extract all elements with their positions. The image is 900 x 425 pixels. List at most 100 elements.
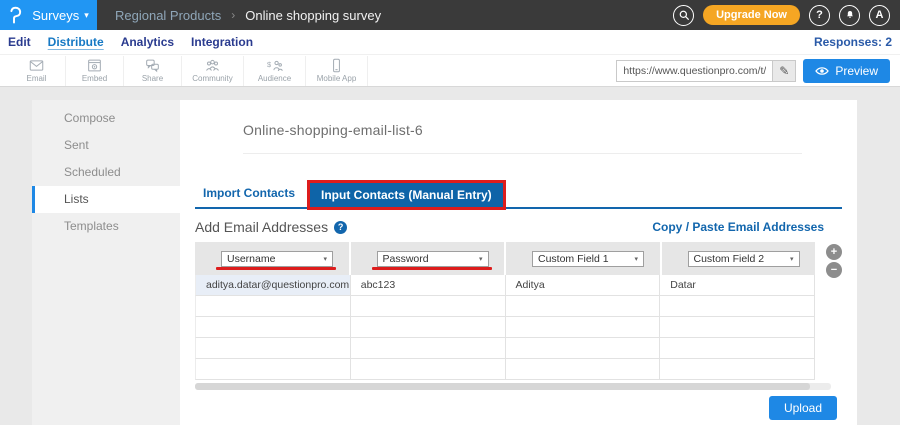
email-list-title: Online-shopping-email-list-6: [243, 122, 423, 138]
toolbar-item-email[interactable]: Email: [8, 55, 66, 86]
help-tooltip-icon[interactable]: ?: [334, 220, 348, 234]
nav-item-analytics[interactable]: Analytics: [121, 35, 174, 49]
upgrade-now-button[interactable]: Upgrade Now: [703, 5, 800, 25]
bell-icon: [846, 11, 853, 18]
contacts-table-zone: Username ▾ Password ▾ Custom Field 1 ▾ C…: [195, 242, 842, 390]
cell-custom-1[interactable]: [506, 317, 661, 337]
column-header-username: Username ▾: [195, 242, 351, 275]
survey-nav-bar: Edit Distribute Analytics Integration Re…: [0, 30, 900, 55]
toolbar-item-share[interactable]: Share: [124, 55, 182, 86]
horizontal-scrollbar: [195, 383, 831, 390]
table-header-row: Username ▾ Password ▾ Custom Field 1 ▾ C…: [195, 242, 815, 275]
cell-custom-1[interactable]: [506, 296, 661, 316]
breadcrumb-current-survey: Online shopping survey: [245, 7, 382, 23]
cell-custom-2[interactable]: Datar: [660, 275, 815, 295]
upload-button[interactable]: Upload: [768, 396, 837, 420]
breadcrumb-separator: ›: [231, 8, 236, 22]
table-row: [195, 359, 815, 380]
select-caret-icon: ▾: [789, 255, 794, 263]
table-row: aditya.datar@questionpro.com abc123 Adit…: [195, 275, 815, 296]
list-title-section: Online-shopping-email-list-6: [243, 122, 802, 154]
annotation-underline: [216, 267, 336, 270]
responses-count[interactable]: Responses: 2: [814, 35, 892, 49]
mobile-app-icon: [333, 58, 340, 73]
field-select-username[interactable]: Username ▾: [221, 250, 333, 267]
help-button[interactable]: ?: [809, 4, 830, 26]
pencil-icon: ✎: [779, 63, 790, 78]
breadcrumb: Regional Products › Online shopping surv…: [115, 8, 381, 23]
tab-import-contacts[interactable]: Import Contacts: [195, 180, 307, 207]
email-sidebar: Compose Sent Scheduled Lists Templates: [32, 100, 180, 425]
contacts-table: Username ▾ Password ▾ Custom Field 1 ▾ C…: [195, 242, 831, 390]
scrollbar-thumb[interactable]: [195, 383, 810, 390]
nav-item-distribute[interactable]: Distribute: [48, 35, 104, 49]
product-label: Surveys: [32, 7, 80, 23]
toolbar-item-audience[interactable]: $ Audience: [244, 55, 306, 86]
cell-password[interactable]: abc123: [351, 275, 506, 295]
preview-button[interactable]: Preview: [803, 58, 890, 83]
add-row-button[interactable]: +: [826, 244, 842, 260]
column-header-password: Password ▾: [350, 242, 506, 275]
remove-row-button[interactable]: −: [826, 262, 842, 278]
nav-item-integration[interactable]: Integration: [191, 35, 253, 49]
cell-custom-2[interactable]: [660, 359, 815, 379]
lists-main-area: Online-shopping-email-list-6 Import Cont…: [180, 100, 857, 425]
search-icon: [679, 10, 689, 20]
annotation-underline: [371, 267, 492, 270]
sidebar-item-lists[interactable]: Lists: [32, 186, 180, 213]
cell-email[interactable]: [196, 296, 351, 316]
sidebar-item-templates[interactable]: Templates: [32, 213, 180, 240]
select-caret-icon: ▾: [323, 255, 327, 263]
copy-paste-email-addresses-link[interactable]: Copy / Paste Email Addresses: [652, 220, 824, 234]
column-header-custom-field-1: Custom Field 1 ▾: [506, 242, 662, 275]
cell-password[interactable]: [351, 296, 506, 316]
cell-custom-1[interactable]: Aditya: [506, 275, 661, 295]
cell-custom-2[interactable]: [660, 338, 815, 358]
nav-item-edit[interactable]: Edit: [8, 35, 31, 49]
annotation-red-box: Input Contacts (Manual Entry): [307, 180, 506, 210]
cell-email[interactable]: aditya.datar@questionpro.com: [196, 275, 351, 295]
field-select-custom-field-1[interactable]: Custom Field 1 ▾: [532, 250, 644, 267]
cell-password[interactable]: [351, 359, 506, 379]
avatar-button[interactable]: A: [869, 4, 890, 26]
field-select-custom-field-2[interactable]: Custom Field 2 ▾: [687, 250, 800, 267]
content-panel: Compose Sent Scheduled Lists Templates O…: [32, 100, 857, 425]
sidebar-item-scheduled[interactable]: Scheduled: [32, 159, 180, 186]
toolbar-item-community[interactable]: Community: [182, 55, 244, 86]
column-header-custom-field-2: Custom Field 2 ▾: [661, 242, 815, 275]
sidebar-item-compose[interactable]: Compose: [32, 105, 180, 132]
surveys-product-menu[interactable]: Surveys ▾: [0, 0, 97, 30]
cell-custom-2[interactable]: [660, 296, 815, 316]
field-select-password[interactable]: Password ▾: [376, 250, 489, 267]
audience-icon: $: [267, 60, 283, 72]
sidebar-item-sent[interactable]: Sent: [32, 132, 180, 159]
breadcrumb-folder[interactable]: Regional Products: [115, 8, 221, 23]
questionpro-logo-icon: [10, 6, 22, 24]
cell-email[interactable]: [196, 317, 351, 337]
share-icon: [146, 59, 159, 73]
select-caret-icon: ▾: [478, 255, 483, 263]
toolbar-item-mobile-app[interactable]: Mobile App: [306, 55, 368, 86]
toolbar-item-embed[interactable]: Embed: [66, 55, 124, 86]
survey-url-input[interactable]: [616, 59, 773, 82]
cell-custom-1[interactable]: [506, 359, 661, 379]
cell-email[interactable]: [196, 338, 351, 358]
survey-url-group: ✎: [616, 59, 797, 82]
tab-input-contacts-manual-entry[interactable]: Input Contacts (Manual Entry): [310, 183, 503, 207]
search-button[interactable]: [673, 4, 695, 26]
notifications-button[interactable]: [839, 4, 860, 26]
community-icon: [206, 59, 219, 71]
cell-custom-1[interactable]: [506, 338, 661, 358]
select-caret-icon: ▾: [634, 255, 638, 263]
row-add-remove-controls: + −: [815, 242, 842, 390]
distribute-toolbar: Email Embed Share Community $ Audience M…: [0, 55, 900, 87]
cell-password[interactable]: [351, 317, 506, 337]
cell-custom-2[interactable]: [660, 317, 815, 337]
svg-text:$: $: [267, 60, 272, 69]
topbar-actions: Upgrade Now ? A: [673, 4, 900, 26]
edit-url-button[interactable]: ✎: [772, 59, 797, 82]
eye-icon: [815, 66, 830, 75]
section-title: Add Email Addresses: [195, 219, 329, 235]
cell-email[interactable]: [196, 359, 351, 379]
cell-password[interactable]: [351, 338, 506, 358]
